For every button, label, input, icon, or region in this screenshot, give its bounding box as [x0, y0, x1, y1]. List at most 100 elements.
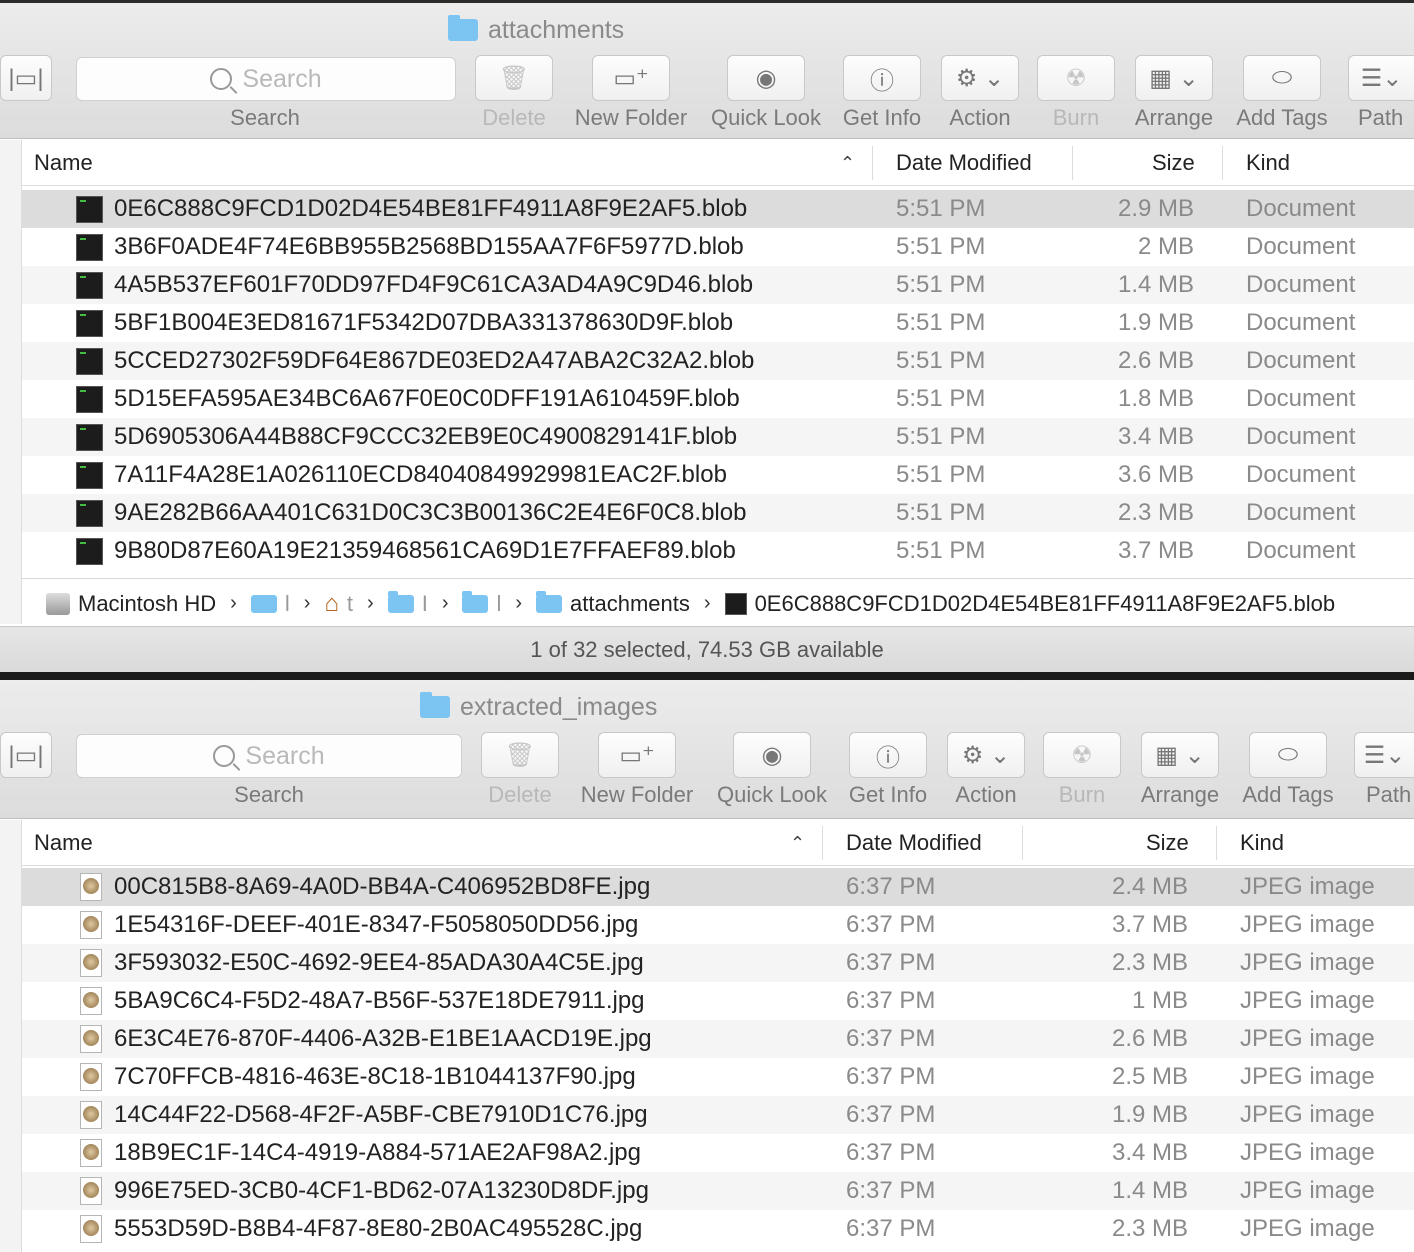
file-row[interactable]: 1E54316F-DEEF-401E-8347-F5058050DD56.jpg… — [22, 906, 1414, 944]
column-divider[interactable] — [1022, 826, 1023, 860]
arrange-button[interactable]: ▦ ⌄ — [1135, 55, 1213, 101]
search-input[interactable]: Search — [76, 734, 462, 778]
action-button[interactable]: ⚙ ⌄ — [947, 732, 1025, 778]
quick-look-button[interactable]: ◉ — [727, 55, 805, 101]
file-row[interactable]: 5553D59D-B8B4-4F87-8E80-2B0AC495528C.jpg… — [22, 1210, 1414, 1248]
file-row[interactable]: 4A5B537EF601F70DD97FD4F9C61CA3AD4A9C9D46… — [22, 266, 1414, 304]
chevron-right-icon: › — [441, 592, 449, 614]
quick-look-button[interactable]: ◉ — [733, 732, 811, 778]
blob-file-icon — [76, 424, 103, 451]
file-kind: JPEG image — [1240, 1063, 1375, 1090]
file-date-modified: 6:37 PM — [846, 1139, 936, 1166]
file-kind: JPEG image — [1240, 1177, 1375, 1204]
file-row[interactable]: 3F593032-E50C-4692-9EE4-85ADA30A4C5E.jpg… — [22, 944, 1414, 982]
toolbar: attachments |▭| Search Search 🗑 Delete ▭… — [0, 0, 1414, 139]
file-name: 0E6C888C9FCD1D02D4E54BE81FF4911A8F9E2AF5… — [114, 195, 748, 222]
file-row[interactable]: 5BF1B004E3ED81671F5342D07DBA331378630D9F… — [22, 304, 1414, 342]
burn-button[interactable]: ☢ — [1037, 55, 1115, 101]
path-button[interactable]: ☰⌄ — [1348, 55, 1414, 101]
view-switcher-button[interactable]: |▭| — [0, 732, 52, 778]
file-size: 2.6 MB — [1117, 347, 1194, 374]
delete-button[interactable]: 🗑 — [475, 55, 553, 101]
path-button[interactable]: ☰⌄ — [1354, 732, 1414, 778]
file-kind: Document — [1246, 309, 1356, 336]
sidebar-edge — [0, 820, 22, 1252]
file-row[interactable]: 0E6C888C9FCD1D02D4E54BE81FF4911A8F9E2AF5… — [22, 190, 1414, 228]
file-date-modified: 5:51 PM — [896, 233, 986, 260]
arrange-icon: ▦ ⌄ — [1155, 741, 1205, 769]
new-folder-button[interactable]: ▭⁺ — [592, 55, 670, 101]
arrange-button[interactable]: ▦ ⌄ — [1141, 732, 1219, 778]
column-size[interactable]: Size — [1146, 820, 1189, 866]
file-row[interactable]: 18B9EC1F-14C4-4919-A884-571AE2AF98A2.jpg… — [22, 1134, 1414, 1172]
path-segment[interactable]: t — [347, 591, 353, 617]
get-info-button[interactable]: ⓘ — [843, 55, 921, 101]
column-name[interactable]: Name — [34, 140, 93, 186]
burn-button[interactable]: ☢ — [1043, 732, 1121, 778]
search-input[interactable]: Search — [76, 57, 456, 101]
file-date-modified: 5:51 PM — [896, 385, 986, 412]
file-row[interactable]: 6E3C4E76-870F-4406-A32B-E1BE1AACD19E.jpg… — [22, 1020, 1414, 1058]
chevron-right-icon: › — [303, 592, 311, 614]
file-name: 5D15EFA595AE34BC6A67F0E0C0DFF191A610459F… — [114, 385, 740, 412]
file-name: 9B80D87E60A19E21359468561CA69D1E7FFAEF89… — [114, 537, 736, 564]
column-divider[interactable] — [1216, 826, 1217, 860]
path-file[interactable]: 0E6C888C9FCD1D02D4E54BE81FF4911A8F9E2AF5… — [755, 591, 1336, 617]
file-row[interactable]: 7C70FFCB-4816-463E-8C18-1B1044137F90.jpg… — [22, 1058, 1414, 1096]
jpeg-thumbnail-icon — [80, 1101, 102, 1129]
get-info-button[interactable]: ⓘ — [849, 732, 927, 778]
column-kind[interactable]: Kind — [1240, 820, 1284, 866]
file-row[interactable]: 9AE282B66AA401C631D0C3C3B00136C2E4E6F0C8… — [22, 494, 1414, 532]
trash-icon: 🗑 — [504, 741, 536, 769]
column-divider[interactable] — [1222, 146, 1223, 180]
view-switcher-icon: |▭| — [8, 64, 44, 92]
path-root[interactable]: Macintosh HD — [78, 591, 216, 617]
column-divider[interactable] — [822, 826, 823, 860]
add-tags-button[interactable]: ⬭ — [1249, 732, 1327, 778]
file-row[interactable]: 996E75ED-3CB0-4CF1-BD62-07A13230D8DF.jpg… — [22, 1172, 1414, 1210]
column-date-modified[interactable]: Date Modified — [846, 820, 982, 866]
file-size: 1.9 MB — [1117, 309, 1194, 336]
column-date-modified[interactable]: Date Modified — [896, 140, 1032, 186]
column-size[interactable]: Size — [1152, 140, 1195, 186]
path-folder[interactable]: attachments — [570, 591, 690, 617]
window-title: extracted_images — [420, 692, 657, 722]
blob-file-icon — [76, 348, 103, 375]
file-row[interactable]: 00C815B8-8A69-4A0D-BB4A-C406952BD8FE.jpg… — [22, 868, 1414, 906]
window-title-text: attachments — [488, 15, 625, 44]
file-date-modified: 5:51 PM — [896, 309, 986, 336]
file-row[interactable]: 5D6905306A44B88CF9CCC32EB9E0C4900829141F… — [22, 418, 1414, 456]
path-segment[interactable]: I — [422, 591, 428, 617]
gear-icon: ⚙ ⌄ — [955, 64, 1005, 92]
file-name: 4A5B537EF601F70DD97FD4F9C61CA3AD4A9C9D46… — [114, 271, 754, 298]
file-name: 18B9EC1F-14C4-4919-A884-571AE2AF98A2.jpg — [114, 1139, 642, 1166]
view-switcher-button[interactable]: |▭| — [0, 55, 52, 101]
add-tags-button[interactable]: ⬭ — [1243, 55, 1321, 101]
file-size: 2.5 MB — [1111, 1063, 1188, 1090]
file-row[interactable]: 9B80D87E60A19E21359468561CA69D1E7FFAEF89… — [22, 532, 1414, 570]
path-segment[interactable]: l — [285, 591, 290, 617]
search-icon — [210, 68, 233, 90]
column-divider[interactable] — [1072, 146, 1073, 180]
file-row[interactable]: 7A11F4A28E1A026110ECD84040849929981EAC2F… — [22, 456, 1414, 494]
file-size: 1.9 MB — [1111, 1101, 1188, 1128]
new-folder-button[interactable]: ▭⁺ — [598, 732, 676, 778]
delete-button[interactable]: 🗑 — [481, 732, 559, 778]
column-name[interactable]: Name — [34, 820, 93, 866]
path-segment[interactable]: l — [496, 591, 501, 617]
file-row[interactable]: 3B6F0ADE4F74E6BB955B2568BD155AA7F6F5977D… — [22, 228, 1414, 266]
file-row[interactable]: 14C44F22-D568-4F2F-A5BF-CBE7910D1C76.jpg… — [22, 1096, 1414, 1134]
file-row[interactable]: 5BA9C6C4-F5D2-48A7-B56F-537E18DE7911.jpg… — [22, 982, 1414, 1020]
file-size: 2 MB — [1137, 233, 1194, 260]
file-kind: Document — [1246, 499, 1356, 526]
file-row[interactable]: 5D15EFA595AE34BC6A67F0E0C0DFF191A610459F… — [22, 380, 1414, 418]
file-name: 1E54316F-DEEF-401E-8347-F5058050DD56.jpg — [114, 911, 639, 938]
path-label: Path — [1358, 105, 1404, 130]
column-divider[interactable] — [872, 146, 873, 180]
column-kind[interactable]: Kind — [1246, 140, 1290, 186]
action-button[interactable]: ⚙ ⌄ — [941, 55, 1019, 101]
folder-icon — [420, 692, 450, 718]
file-size: 1.8 MB — [1117, 385, 1194, 412]
file-row[interactable]: 5CCED27302F59DF64E867DE03ED2A47ABA2C32A2… — [22, 342, 1414, 380]
file-name: 5CCED27302F59DF64E867DE03ED2A47ABA2C32A2… — [114, 347, 755, 374]
